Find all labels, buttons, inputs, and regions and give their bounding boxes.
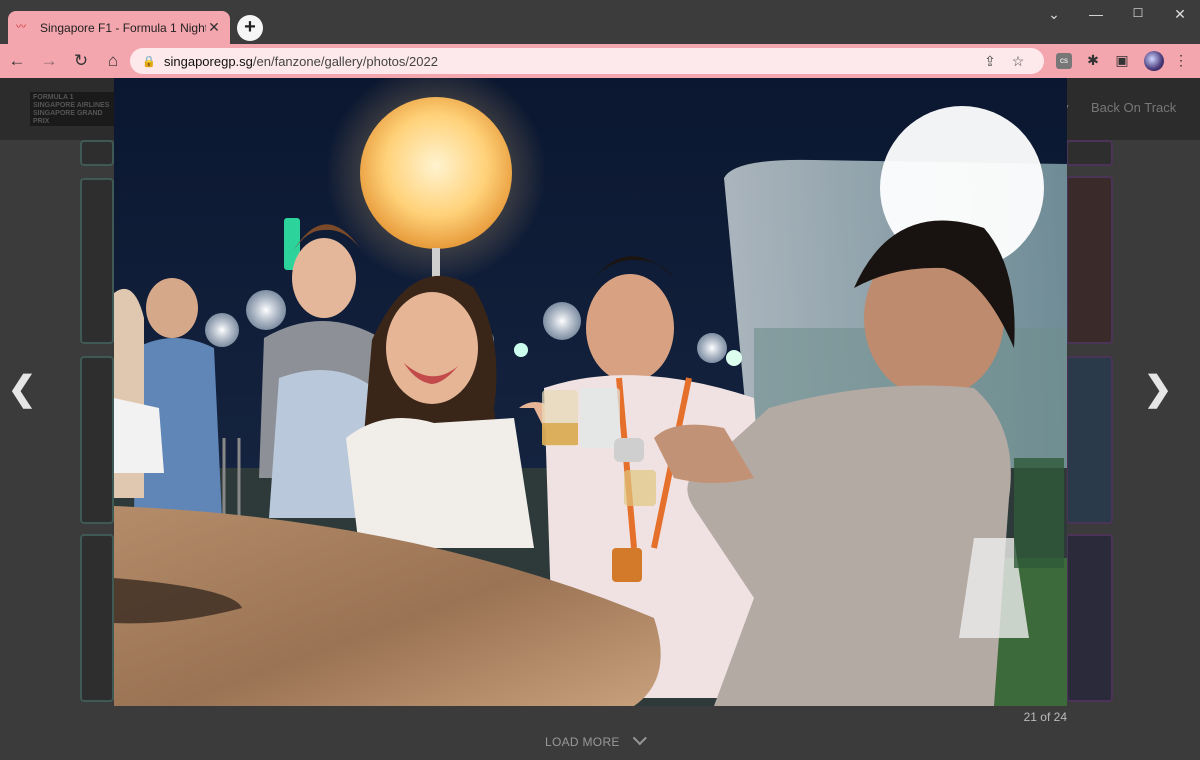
side-panel-icon[interactable]: ▣ — [1111, 52, 1133, 69]
home-icon[interactable]: ⌂ — [98, 51, 128, 71]
nav-link-back-on-track[interactable]: Back On Track — [1091, 100, 1176, 115]
lightbox-photo — [114, 78, 1067, 706]
gallery-card[interactable] — [80, 356, 114, 524]
kebab-menu-icon[interactable]: ⋮ — [1170, 52, 1192, 69]
gallery-card[interactable] — [1066, 176, 1113, 344]
load-more-label: LOAD MORE — [545, 735, 620, 749]
new-tab-button[interactable]: + — [237, 15, 263, 41]
prev-image-button[interactable]: ❮ — [7, 372, 37, 406]
extension-cs-icon[interactable]: cs — [1056, 53, 1072, 69]
maximize-icon[interactable]: ☐ — [1118, 6, 1158, 20]
image-counter: 21 of 24 — [1023, 710, 1067, 724]
tab-close-icon[interactable]: ✕ — [206, 19, 222, 36]
url-text[interactable]: singaporegp.sg/en/fanzone/gallery/photos… — [164, 54, 976, 69]
next-image-button[interactable]: ❯ — [1143, 372, 1173, 406]
load-more-button[interactable]: LOAD MORE — [545, 731, 647, 749]
gallery-card[interactable] — [80, 534, 114, 702]
tab-search-chevron-icon[interactable]: ⌄ — [1034, 6, 1074, 23]
lock-icon: 🔒 — [142, 55, 156, 68]
browser-toolbar: ← → ↻ ⌂ 🔒 singaporegp.sg/en/fanzone/gall… — [0, 44, 1200, 78]
minimize-icon[interactable]: — — [1076, 6, 1116, 22]
tab-title: Singapore F1 - Formula 1 Night R — [40, 20, 206, 35]
gallery-card[interactable] — [80, 178, 114, 344]
window-close-icon[interactable]: ✕ — [1160, 6, 1200, 23]
extensions-icon[interactable]: ✱ — [1082, 52, 1104, 69]
profile-avatar[interactable] — [1144, 51, 1164, 71]
address-bar[interactable]: 🔒 singaporegp.sg/en/fanzone/gallery/phot… — [130, 48, 1044, 74]
star-icon[interactable]: ☆ — [1004, 53, 1032, 70]
back-arrow-icon[interactable]: ← — [2, 51, 32, 71]
site-logo[interactable]: FORMULA 1 SINGAPORE AIRLINES SINGAPORE G… — [30, 92, 120, 126]
gallery-card[interactable] — [1066, 534, 1113, 702]
gallery-card[interactable] — [1066, 140, 1113, 166]
f1-favicon-icon: 〰 — [16, 21, 26, 33]
chevron-down-icon — [632, 731, 647, 746]
tab-strip: 〰 Singapore F1 - Formula 1 Night R ✕ + ⌄… — [0, 0, 1200, 44]
reload-icon[interactable]: ↻ — [66, 51, 96, 71]
share-icon[interactable]: ⇪ — [976, 53, 1004, 70]
url-host: singaporegp.sg — [164, 53, 253, 69]
browser-tab[interactable]: 〰 Singapore F1 - Formula 1 Night R ✕ — [8, 11, 230, 44]
gallery-card[interactable] — [80, 140, 114, 166]
photo-illustration — [114, 78, 1067, 706]
forward-arrow-icon[interactable]: → — [34, 51, 64, 71]
url-path: /en/fanzone/gallery/photos/2022 — [252, 53, 438, 69]
gallery-card[interactable] — [1066, 356, 1113, 524]
